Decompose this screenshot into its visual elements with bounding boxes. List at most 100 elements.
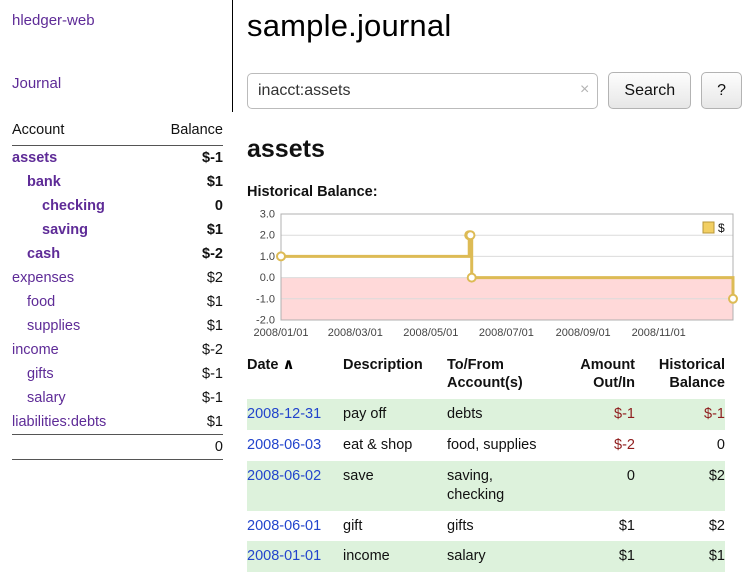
app-title-link[interactable]: hledger-web: [12, 12, 95, 29]
transaction-date-cell: 2008-12-31: [247, 399, 343, 430]
register-header-date[interactable]: Date∧: [247, 356, 343, 399]
accounts-table: Account Balance assets$-1bank$1checking0…: [12, 120, 223, 460]
account-balance: $-2: [148, 242, 223, 266]
account-balance: $1: [148, 410, 223, 435]
transaction-date-link[interactable]: 2008-12-31: [247, 406, 321, 422]
account-link[interactable]: checking: [42, 198, 105, 214]
search-input[interactable]: [247, 73, 598, 109]
balance-point-marker[interactable]: [729, 295, 737, 303]
main-content: sample.journal × Search ? assets Histori…: [247, 0, 742, 572]
transaction-date-link[interactable]: 2008-06-02: [247, 468, 321, 484]
transaction-balance: $2: [635, 461, 725, 511]
search-box: ×: [247, 73, 598, 109]
account-row: cash $-2: [12, 242, 223, 266]
sidebar-divider: [232, 0, 233, 112]
account-link[interactable]: income: [12, 342, 59, 358]
account-link[interactable]: food: [27, 294, 55, 310]
chart-ytick-label: -1.0: [256, 293, 275, 305]
transaction-amount: $-1: [559, 399, 635, 430]
register-header-balance: Historical Balance: [635, 356, 725, 399]
register-header-date-label: Date: [247, 357, 278, 373]
account-balance: $-1: [148, 386, 223, 410]
help-button[interactable]: ?: [701, 72, 742, 109]
account-row: checking0: [12, 194, 223, 218]
sidebar: hledger-web Journal Account Balance asse…: [0, 0, 233, 460]
transaction-balance: $1: [635, 541, 725, 572]
accounts-total-row: 0: [12, 435, 223, 460]
transaction-description: income: [343, 541, 447, 572]
register-row: 2008-01-01incomesalary$1$1: [247, 541, 725, 572]
account-balance: $-1: [148, 146, 223, 171]
transaction-amount: 0: [559, 461, 635, 511]
app-title: hledger-web: [12, 12, 223, 29]
account-row: salary $-1: [12, 386, 223, 410]
transaction-description: save: [343, 461, 447, 511]
transaction-date-link[interactable]: 2008-01-01: [247, 548, 321, 564]
transaction-date-link[interactable]: 2008-06-03: [247, 437, 321, 453]
chart-ytick-label: 2.0: [260, 230, 275, 242]
account-link[interactable]: cash: [27, 246, 60, 262]
account-balance: $1: [148, 290, 223, 314]
nav-journal-link[interactable]: Journal: [12, 75, 61, 92]
account-row: saving $1: [12, 218, 223, 242]
chart-svg: 3.0 2.0 1.0 0.0 -1.0 -2.02008/01/01 2008/03/01…: [247, 206, 739, 344]
transaction-date-cell: 2008-06-02: [247, 461, 343, 511]
account-link[interactable]: assets: [12, 150, 57, 166]
sort-asc-icon: ∧: [282, 356, 294, 373]
chart-ytick-label: 0.0: [260, 272, 275, 284]
account-row: income$-2: [12, 338, 223, 362]
account-balance: $1: [148, 170, 223, 194]
accounts-total-value: 0: [148, 435, 223, 460]
account-link[interactable]: supplies: [27, 318, 80, 334]
transaction-balance: $-1: [635, 399, 725, 430]
transaction-amount: $-2: [559, 430, 635, 461]
register-row: 2008-06-03eat & shopfood, supplies$-20: [247, 430, 725, 461]
chart-xtick-label: 2008/03/01: [328, 327, 383, 339]
register-header-row: Date∧ Description To/From Account(s) Amo…: [247, 356, 725, 399]
chart-ytick-label: 1.0: [260, 251, 275, 263]
register-header-description: Description: [343, 356, 447, 399]
chart-ytick-label: 3.0: [260, 209, 275, 221]
balance-point-marker[interactable]: [277, 252, 285, 260]
chart-xtick-label: 2008/01/01: [253, 327, 308, 339]
transaction-date-link[interactable]: 2008-06-01: [247, 518, 321, 534]
legend-label: $: [718, 221, 725, 235]
chart-title: Historical Balance:: [247, 184, 742, 200]
account-link[interactable]: expenses: [12, 270, 74, 286]
account-link[interactable]: liabilities:debts: [12, 414, 106, 430]
historical-balance-chart: 3.0 2.0 1.0 0.0 -1.0 -2.02008/01/01 2008/03/01…: [247, 206, 742, 344]
chart-ytick-label: -2.0: [256, 315, 275, 327]
transaction-balance: 0: [635, 430, 725, 461]
account-row: assets $-1: [12, 146, 223, 171]
transaction-balance: $2: [635, 511, 725, 542]
account-row: bank $1: [12, 170, 223, 194]
transaction-amount: $1: [559, 511, 635, 542]
transaction-date-cell: 2008-01-01: [247, 541, 343, 572]
search-button[interactable]: Search: [608, 72, 691, 109]
balance-point-marker[interactable]: [466, 231, 474, 239]
sidebar-nav: Journal: [12, 75, 223, 92]
register-row: 2008-06-02savesaving, checking0$2: [247, 461, 725, 511]
register-row: 2008-06-01giftgifts$1$2: [247, 511, 725, 542]
account-balance: $1: [148, 314, 223, 338]
transaction-accounts: gifts: [447, 511, 559, 542]
transaction-amount: $1: [559, 541, 635, 572]
register-header-amount: Amount Out/In: [559, 356, 635, 399]
transaction-description: eat & shop: [343, 430, 447, 461]
clear-search-icon[interactable]: ×: [580, 81, 589, 99]
chart-xtick-label: 2008/05/01: [403, 327, 458, 339]
transaction-date-cell: 2008-06-01: [247, 511, 343, 542]
account-link[interactable]: gifts: [27, 366, 54, 382]
balance-point-marker[interactable]: [468, 274, 476, 282]
account-balance: $1: [148, 218, 223, 242]
account-link[interactable]: salary: [27, 390, 66, 406]
transaction-accounts: debts: [447, 399, 559, 430]
section-title: assets: [247, 135, 742, 164]
account-link[interactable]: bank: [27, 174, 61, 190]
account-row: expenses$2: [12, 266, 223, 290]
account-link[interactable]: saving: [42, 222, 88, 238]
page-title: sample.journal: [247, 8, 742, 44]
account-balance: $-1: [148, 362, 223, 386]
chart-xtick-label: 2008/11/01: [632, 327, 686, 339]
register-table: Date∧ Description To/From Account(s) Amo…: [247, 356, 725, 572]
